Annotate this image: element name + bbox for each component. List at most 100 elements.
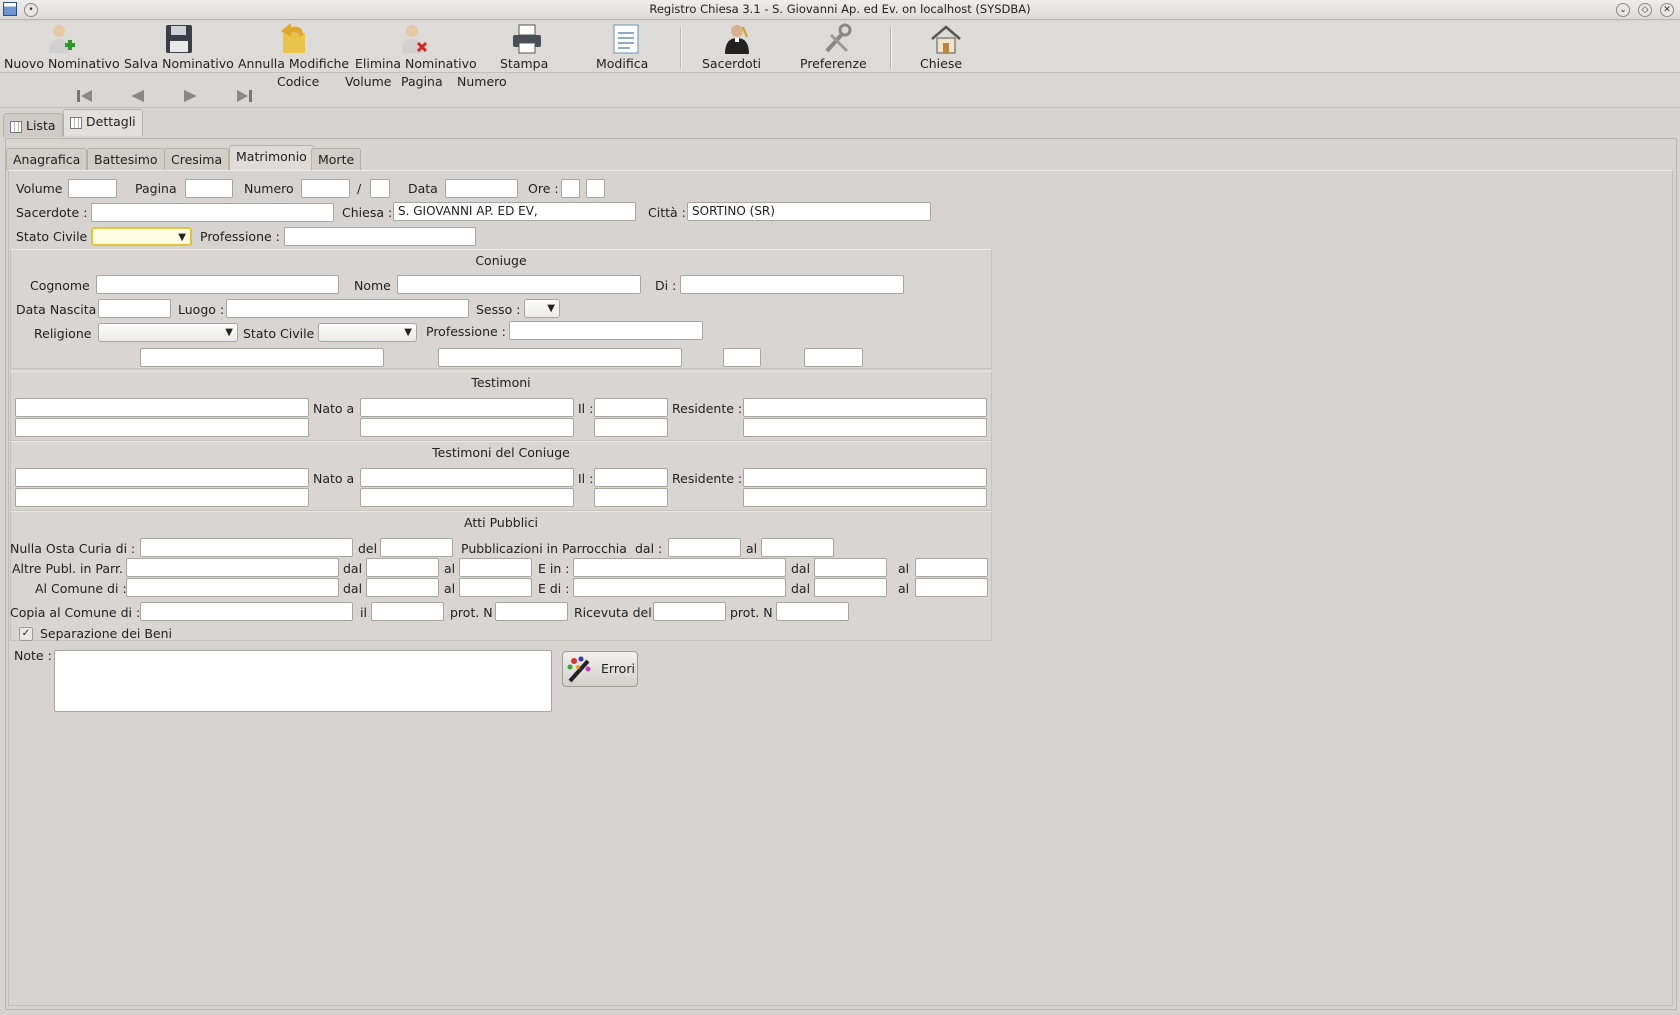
ricevuta-prot-field[interactable] [776,602,849,621]
sort-pagina[interactable]: Pagina [401,74,443,89]
testimoni-residente-label: Residente : [672,401,743,416]
errori-button[interactable]: Errori [562,651,638,687]
stato-civile-select[interactable]: ▼ [91,227,192,246]
volume-field[interactable] [68,179,117,198]
sacerdote-field[interactable] [91,203,334,222]
comune-al-field[interactable] [459,578,532,597]
chiesa-field[interactable]: S. GIOVANNI AP. ED EV, [393,202,636,221]
ore-minute-field[interactable] [586,179,605,198]
coniuge-title: Coniuge [475,253,527,268]
testimone-2-nato-a-field[interactable] [360,418,574,437]
save-button[interactable]: Salva Nominativo [124,23,234,71]
testimone-1-il-field[interactable] [594,398,668,417]
delete-record-button[interactable]: Elimina Nominativo [355,23,477,71]
undo-changes-button[interactable]: Annulla Modifiche [238,23,349,71]
numero-field[interactable] [301,179,350,198]
coniuge-extra-field-3[interactable] [723,348,761,367]
sort-numero[interactable]: Numero [457,74,507,89]
testimone-coniuge-2-name-field[interactable] [15,488,309,507]
altre-dal-field[interactable] [366,558,439,577]
separazione-checkbox[interactable]: ✓ [19,627,33,641]
last-record-icon[interactable] [233,87,255,105]
tab-battesimo[interactable]: Battesimo [87,148,165,170]
ricevuta-field[interactable] [653,602,726,621]
tab-dettagli[interactable]: Dettagli [63,109,143,136]
sesso-select[interactable]: ▼ [524,299,560,318]
nome-field[interactable] [397,275,641,294]
e-in-al-field[interactable] [915,558,988,577]
luogo-field[interactable] [226,299,469,318]
edit-button[interactable]: Modifica [596,23,656,71]
e-in-field[interactable] [573,558,786,577]
testimone-coniuge-2-nato-a-field[interactable] [360,488,574,507]
data-nascita-field[interactable] [98,299,171,318]
numero-suffix-field[interactable] [370,179,390,198]
tab-morte[interactable]: Morte [311,148,362,170]
tab-lista[interactable]: Lista [3,113,63,137]
tab-matrimonio[interactable]: Matrimonio [229,145,314,171]
e-in-label: E in : [538,561,570,576]
testimone-2-residente-field[interactable] [743,418,987,437]
nulla-osta-del-field[interactable] [380,538,453,557]
coniuge-extra-field-1[interactable] [140,348,384,367]
delete-record-label: Elimina Nominativo [355,56,477,71]
minimize-button[interactable]: ⌄ [1616,3,1630,17]
coniuge-extra-field-2[interactable] [438,348,682,367]
first-record-icon[interactable] [74,87,96,105]
testimone-coniuge-2-il-field[interactable] [594,488,668,507]
professione-field[interactable] [284,227,476,246]
copia-il-field[interactable] [371,602,444,621]
altre-publ-field[interactable] [126,558,339,577]
testimone-coniuge-1-il-field[interactable] [594,468,668,487]
e-di-field[interactable] [573,578,786,597]
close-button[interactable]: ✕ [1660,3,1674,17]
testimone-2-il-field[interactable] [594,418,668,437]
next-record-icon[interactable] [180,87,202,105]
pubblicazioni-dal-field[interactable] [668,538,741,557]
pubblicazioni-al-field[interactable] [761,538,834,557]
tab-anagrafica[interactable]: Anagrafica [6,148,88,170]
e-in-dal-field[interactable] [814,558,887,577]
cognome-field[interactable] [96,275,339,294]
testimone-1-nato-a-field[interactable] [360,398,574,417]
tab-cresima[interactable]: Cresima [164,148,230,170]
sort-volume[interactable]: Volume [345,74,392,89]
citta-field[interactable]: SORTINO (SR) [687,202,931,221]
sacerdote-label: Sacerdote : [16,205,88,220]
priests-button[interactable]: Sacerdoti [702,23,772,71]
nulla-osta-field[interactable] [140,538,353,557]
note-textarea[interactable] [54,650,552,712]
altre-al-field[interactable] [459,558,532,577]
churches-label: Chiese [920,56,963,71]
data-field[interactable] [445,179,518,198]
testimone-coniuge-1-nato-a-field[interactable] [360,468,574,487]
comune-dal-field[interactable] [366,578,439,597]
e-di-dal-field[interactable] [814,578,887,597]
churches-button[interactable]: Chiese [920,23,972,71]
testimone-coniuge-2-residente-field[interactable] [743,488,987,507]
copia-prot-field[interactable] [495,602,568,621]
previous-record-icon[interactable] [126,87,148,105]
coniuge-extra-field-4[interactable] [804,348,863,367]
testimone-1-name-field[interactable] [15,398,309,417]
sort-codice[interactable]: Codice [277,74,319,89]
testimone-coniuge-1-residente-field[interactable] [743,468,987,487]
ore-hour-field[interactable] [561,179,580,198]
print-button[interactable]: Stampa [500,23,554,71]
al-comune-field[interactable] [126,578,339,597]
testimone-coniuge-1-name-field[interactable] [15,468,309,487]
preferences-button[interactable]: Preferenze [800,23,874,71]
new-record-button[interactable]: Nuovo Nominativo [4,23,120,71]
testimone-1-residente-field[interactable] [743,398,987,417]
sesso-label: Sesso : [476,302,521,317]
di-field[interactable] [680,275,904,294]
e-di-al-field[interactable] [915,578,988,597]
data-nascita-label: Data Nascita [16,302,97,317]
pagina-field[interactable] [185,179,233,198]
testimone-2-name-field[interactable] [15,418,309,437]
maximize-button[interactable]: ◇ [1638,3,1652,17]
coniuge-stato-civile-select[interactable]: ▼ [318,323,417,342]
coniuge-professione-field[interactable] [509,321,703,340]
copia-comune-field[interactable] [140,602,353,621]
religione-select[interactable]: ▼ [98,323,238,342]
